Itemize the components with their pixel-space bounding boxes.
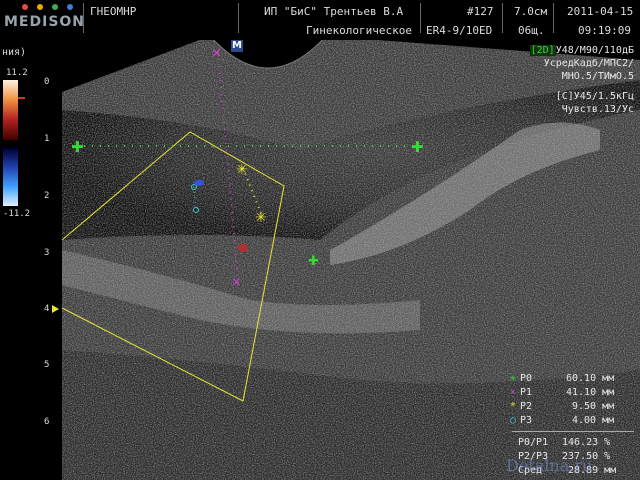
color-scale-positive	[3, 80, 18, 140]
color-gain-settings: У45/1.5кГц	[573, 91, 634, 102]
color-mode-badge: [C]	[555, 91, 574, 102]
measurement-p2-marker: *	[510, 401, 517, 412]
processing-settings: УсредКадб/МПС2/	[543, 58, 634, 69]
p1-end-marker: ×	[231, 275, 242, 290]
divider	[420, 3, 421, 33]
header-bar: MEDISON ГНЕОМНР ИП "БиС" Трентьев В.А Ги…	[0, 0, 640, 40]
preset-name: 06щ.	[518, 24, 545, 37]
depth-tick: 3	[44, 248, 50, 258]
p1-start-marker: ×	[211, 46, 222, 61]
depth-tick: 2	[44, 191, 50, 201]
logo-dot-orange	[37, 4, 43, 10]
watermark: Detalna.ru	[506, 456, 593, 475]
measurement-p2-label: Р2	[520, 401, 533, 412]
p2-end-marker: ✳	[255, 210, 267, 226]
depth-tick: 6	[44, 417, 50, 427]
color-settings-line: [C]У45/1.5кГц	[556, 91, 634, 102]
measurement-p3-marker: ○	[510, 415, 517, 426]
m-mode-marker[interactable]: M	[231, 40, 243, 52]
measurement-p1-value: 41.10 мм	[566, 387, 615, 398]
filter-settings: МНО.5/ТИмО.5	[561, 71, 634, 82]
color-scale-min: -11.2	[3, 209, 31, 219]
patient-name: ГНЕОМНР	[90, 5, 137, 18]
measurement-p2-value: 9.50 мм	[572, 401, 615, 412]
settings-line-1: [2D]У48/М90/110дБ	[529, 45, 634, 56]
department-name: Гинекологическое	[306, 24, 412, 37]
depth-tick: 1	[44, 134, 50, 144]
depth-tick: 4	[44, 304, 50, 314]
measurement-divider	[512, 431, 634, 432]
color-scale-max: 11.2	[6, 68, 28, 78]
probe-side-label: ния)	[2, 47, 27, 58]
logo-dot-green	[52, 4, 58, 10]
measurement-p0-value: 60.10 мм	[566, 373, 615, 384]
measurement-p1-marker: ×	[510, 387, 517, 398]
doppler-flow-red	[238, 244, 248, 252]
exam-time: 09:19:09	[578, 24, 631, 37]
logo-dot-blue	[67, 4, 73, 10]
color-scale-negative	[3, 148, 18, 206]
gain-settings: У48/М90/110дБ	[555, 45, 634, 56]
p2-start-marker: ✳	[236, 162, 248, 178]
measurement-p0-label: Р0	[520, 373, 533, 384]
divider	[553, 3, 554, 33]
medison-logo: MEDISON	[4, 4, 84, 34]
sensitivity-settings: Чувств.13/Ус	[561, 104, 634, 115]
depth-tick: 5	[44, 360, 50, 370]
p0-end-marker: ✚	[411, 138, 424, 156]
divider	[502, 3, 503, 33]
measurement-p1-label: Р1	[520, 387, 533, 398]
clinic-name: ИП "БиС" Трентьев В.А	[264, 5, 404, 18]
depth-tick: 0	[44, 77, 50, 87]
doppler-flow-blue	[194, 180, 204, 186]
mode-badge: [2D]	[529, 45, 556, 56]
p0-start-marker: ✚	[71, 138, 84, 156]
brand-name: MEDISON	[4, 14, 86, 30]
ratio-p0-p1-value: 146.23 %	[562, 437, 611, 448]
measurement-p3-label: Р3	[520, 415, 533, 426]
color-scale-marker	[18, 97, 25, 99]
ultrasound-image[interactable]: ✚ ✚ ✚ × × ✳ ✳	[0, 0, 640, 480]
depth-value: 7.0см	[514, 5, 548, 18]
logo-dots	[22, 4, 73, 10]
divider	[238, 3, 239, 33]
logo-dot-red	[22, 4, 28, 10]
exam-number: #127	[467, 5, 494, 18]
p0-center-marker: ✚	[308, 254, 319, 269]
focus-marker	[52, 305, 59, 313]
measurement-p3-value: 4.00 мм	[572, 415, 615, 426]
divider	[83, 3, 84, 33]
exam-date: 2011-04-15	[567, 5, 634, 18]
ratio-p0-p1-label: Р0/Р1	[518, 437, 549, 448]
measurement-p0-marker: +	[510, 373, 517, 384]
probe-name: ER4-9/10ED	[426, 24, 493, 37]
